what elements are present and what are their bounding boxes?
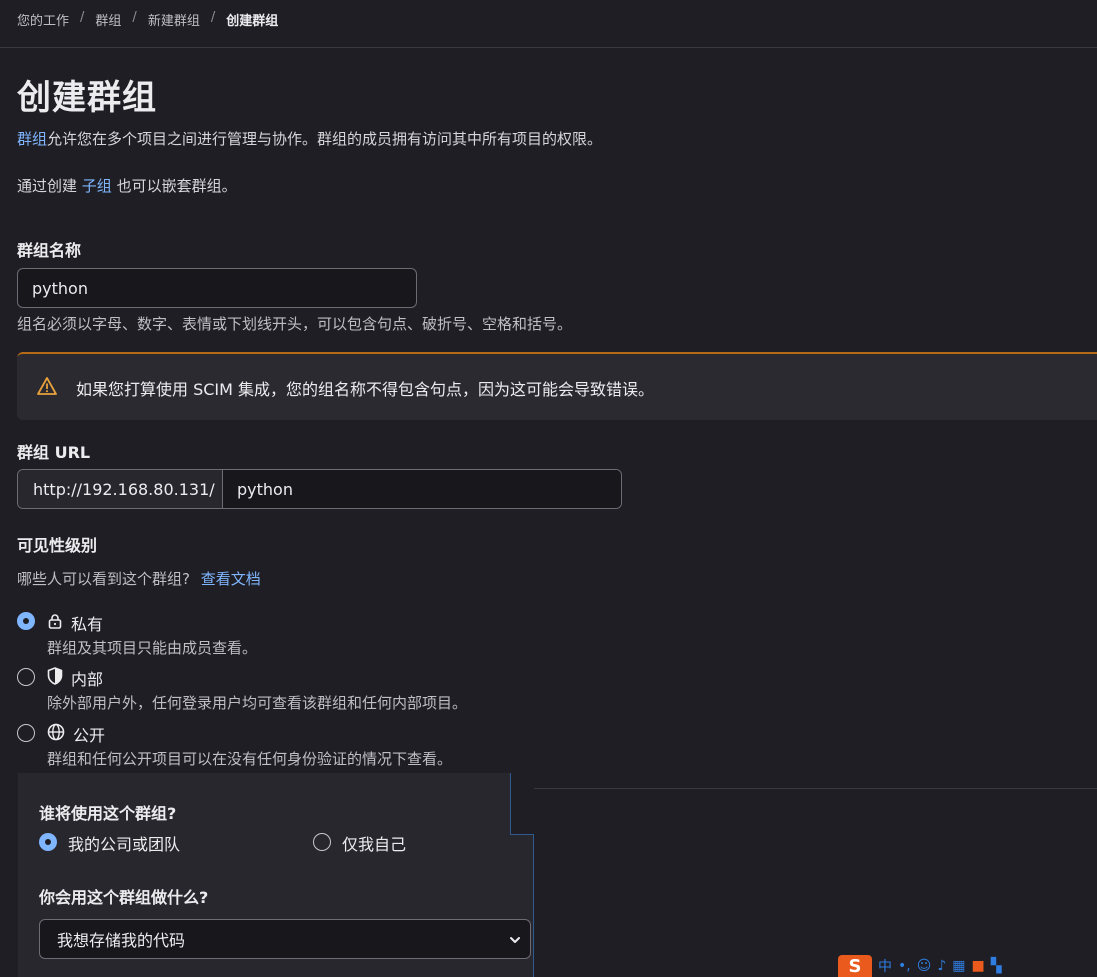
group-name-input[interactable]: python	[17, 268, 417, 308]
breadcrumb-separator: /	[132, 10, 137, 25]
what-label: 你会用这个群组做什么?	[39, 888, 209, 907]
who-self-radio[interactable]	[313, 833, 331, 851]
ime-toolbar: S 中 •, ☺ ♪ ▦ ■ ▚	[838, 955, 1097, 977]
url-prefix: http://192.168.80.131/	[18, 470, 223, 508]
shield-icon	[47, 667, 63, 689]
visibility-internal-radio[interactable]	[17, 668, 35, 686]
subgroup-prefix: 通过创建	[17, 177, 82, 195]
view-docs-link[interactable]: 查看文档	[201, 570, 261, 588]
subgroup-suffix: 也可以嵌套群组。	[111, 177, 237, 195]
visibility-public-desc: 群组和任何公开项目可以在没有任何身份验证的情况下查看。	[47, 750, 453, 768]
chevron-down-icon	[508, 932, 522, 946]
group-url-path-input[interactable]: python	[223, 470, 621, 508]
visibility-public-label: 公开	[73, 726, 106, 745]
visibility-private-radio[interactable]	[17, 612, 35, 630]
alert-text: 如果您打算使用 SCIM 集成，您的组名称不得包含句点，因为这可能会导致错误。	[76, 380, 655, 399]
breadcrumb: 您的工作 / 群组 / 新建群组 / 创建群组	[17, 10, 278, 29]
who-label: 谁将使用这个群组?	[39, 804, 177, 823]
visibility-private-label: 私有	[71, 615, 104, 634]
warning-icon	[37, 376, 57, 396]
visibility-internal-label: 内部	[71, 670, 104, 689]
visibility-private-desc: 群组及其项目只能由成员查看。	[47, 639, 258, 657]
visibility-label: 可见性级别	[17, 536, 98, 555]
group-name-help: 组名必须以字母、数字、表情或下划线开头，可以包含句点、破折号、空格和括号。	[17, 315, 573, 333]
panel-notch	[510, 773, 534, 835]
group-url-label: 群组 URL	[17, 443, 91, 462]
visibility-internal-desc: 除外部用户外，任何登录用户均可查看该群组和任何内部项目。	[47, 694, 468, 712]
visibility-question: 哪些人可以看到这个群组? 查看文档	[17, 568, 261, 589]
ime-language-toggle[interactable]: 中	[878, 956, 892, 976]
usage-select[interactable]: 我想存储我的代码	[39, 919, 531, 959]
group-url-field: http://192.168.80.131/ python	[17, 469, 622, 509]
breadcrumb-separator: /	[80, 10, 85, 25]
visibility-public-option[interactable]: 公开	[47, 722, 105, 746]
skin-icon[interactable]: ■	[972, 958, 985, 974]
intro-text-1: 允许您在多个项目之间进行管理与协作。群组的成员拥有访问其中所有项目的权限。	[47, 130, 603, 148]
punctuation-icon[interactable]: •,	[898, 958, 911, 974]
microphone-icon[interactable]: ♪	[937, 958, 946, 974]
breadcrumb-separator: /	[210, 10, 216, 25]
scim-warning-alert: 如果您打算使用 SCIM 集成，您的组名称不得包含句点，因为这可能会导致错误。	[17, 352, 1097, 420]
groups-link[interactable]: 群组	[17, 130, 47, 148]
breadcrumb-new-group[interactable]: 新建群组	[148, 10, 200, 29]
visibility-internal-option[interactable]: 内部	[47, 666, 103, 690]
usage-select-value: 我想存储我的代码	[57, 931, 186, 950]
visibility-private-option[interactable]: 私有	[47, 611, 103, 635]
who-company-label[interactable]: 我的公司或团队	[68, 831, 180, 855]
visibility-question-text: 哪些人可以看到这个群组?	[17, 570, 190, 588]
breadcrumb-your-work[interactable]: 您的工作	[17, 10, 69, 29]
breadcrumb-current: 创建群组	[226, 14, 279, 29]
subgroup-text: 通过创建 子组 也可以嵌套群组。	[17, 175, 237, 196]
ime-logo-icon[interactable]: S	[838, 955, 872, 977]
subgroup-link[interactable]: 子组	[82, 177, 112, 195]
toolbox-icon[interactable]: ▚	[991, 958, 1002, 974]
intro-text: 群组允许您在多个项目之间进行管理与协作。群组的成员拥有访问其中所有项目的权限。	[17, 128, 602, 149]
header-divider	[0, 47, 1097, 48]
who-self-label[interactable]: 仅我自己	[342, 831, 406, 855]
group-name-label: 群组名称	[17, 241, 82, 260]
panel-background	[534, 788, 1097, 977]
page-title: 创建群组	[17, 78, 157, 118]
who-company-radio[interactable]	[39, 833, 57, 851]
globe-icon	[47, 723, 65, 745]
emoji-icon[interactable]: ☺	[917, 958, 932, 974]
visibility-public-radio[interactable]	[17, 724, 35, 742]
breadcrumb-groups[interactable]: 群组	[95, 10, 121, 29]
lock-icon	[47, 613, 63, 633]
keyboard-icon[interactable]: ▦	[952, 958, 965, 974]
